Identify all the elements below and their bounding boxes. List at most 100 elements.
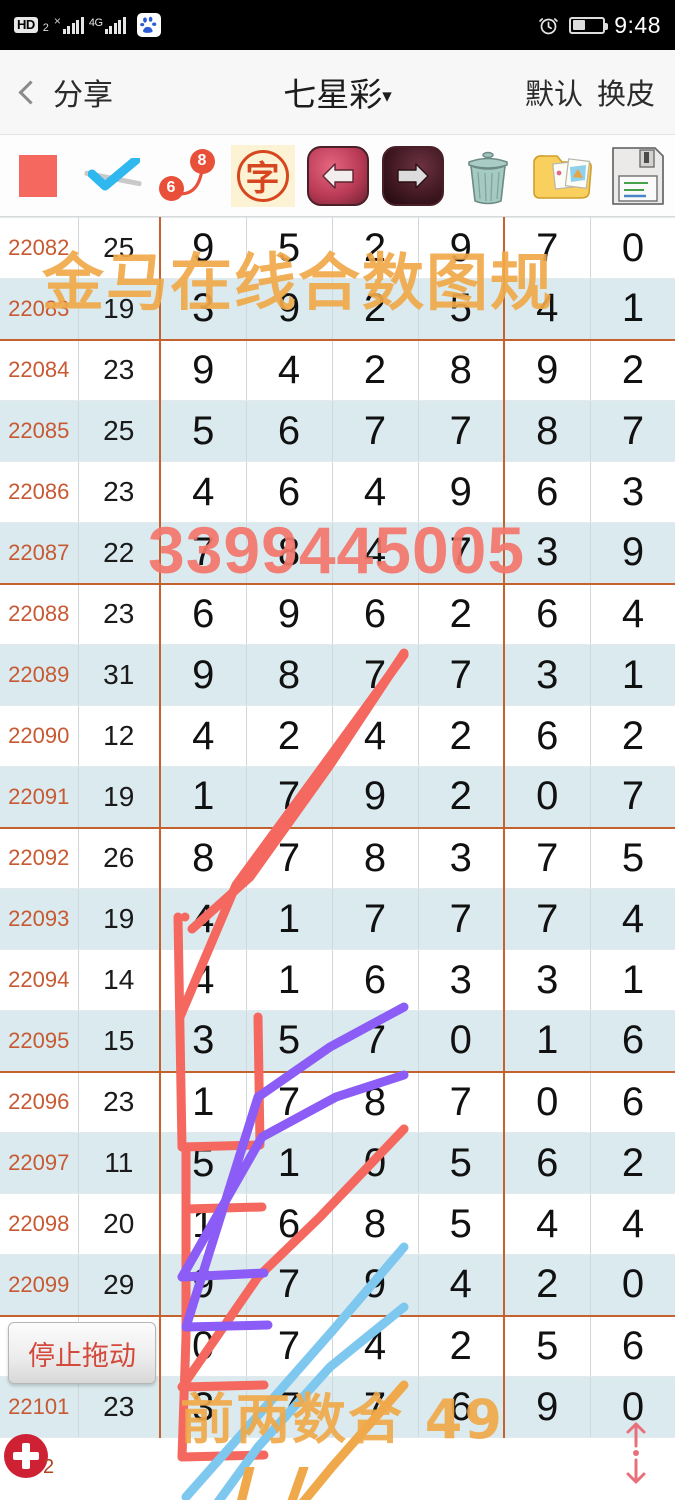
cell-digit[interactable]: 9: [590, 522, 675, 585]
table-row[interactable]: 22092268783754: [0, 827, 675, 889]
cell-digit[interactable]: 7: [503, 827, 591, 889]
cell-digit[interactable]: 7: [418, 888, 505, 950]
cell-digit[interactable]: 9: [160, 644, 247, 706]
connect-nodes-button[interactable]: 6 8: [150, 135, 225, 216]
cell-issue[interactable]: 22086: [0, 461, 79, 523]
table-row[interactable]: 22085255677870: [0, 400, 675, 462]
cell-digit[interactable]: 1: [246, 1132, 333, 1194]
cell-digit[interactable]: 6: [503, 583, 591, 645]
cell-sum[interactable]: 12: [78, 705, 161, 767]
table-row[interactable]: 22091191792079: [0, 766, 675, 829]
table-row[interactable]: 22090124242624: [0, 705, 675, 767]
cell-digit[interactable]: 7: [246, 1254, 333, 1317]
cell-sum[interactable]: 19: [78, 766, 161, 829]
cell-digit[interactable]: 3: [503, 644, 591, 706]
cell-digit[interactable]: 6: [246, 1193, 333, 1255]
default-button[interactable]: 默认: [525, 71, 583, 113]
cell-issue[interactable]: 22094: [0, 949, 79, 1011]
cell-digit[interactable]: 6: [332, 949, 419, 1011]
cell-digit[interactable]: 6: [160, 583, 247, 645]
cell-digit[interactable]: 3: [160, 278, 247, 341]
cell-digit[interactable]: 6: [503, 461, 591, 523]
cell-digit[interactable]: 4: [418, 1254, 505, 1317]
cell-digit[interactable]: 9: [160, 1254, 247, 1317]
cell-digit[interactable]: 8: [160, 827, 247, 889]
table-row[interactable]: 22093194177740: [0, 888, 675, 950]
cell-digit[interactable]: 4: [160, 461, 247, 523]
table-row[interactable]: 220893198773113: [0, 644, 675, 706]
cell-sum[interactable]: 23: [78, 1376, 161, 1438]
cell-sum[interactable]: 29: [78, 1254, 161, 1317]
cell-issue[interactable]: 22101: [0, 1376, 79, 1438]
checkmark-button[interactable]: [75, 135, 150, 216]
table-row[interactable]: 220831939254112: [0, 278, 675, 341]
cell-digit[interactable]: 6: [418, 1376, 505, 1438]
cell-issue[interactable]: 22088: [0, 583, 79, 645]
cell-sum[interactable]: 22: [78, 522, 161, 585]
cell-issue[interactable]: 22091: [0, 766, 79, 829]
cell-digit[interactable]: 6: [246, 461, 333, 523]
cell-digit[interactable]: 4: [332, 1315, 419, 1377]
cell-digit[interactable]: 2: [503, 1254, 591, 1317]
cell-digit[interactable]: 5: [418, 278, 505, 341]
cell-issue[interactable]: 22099: [0, 1254, 79, 1317]
cell-digit[interactable]: 9: [160, 339, 247, 401]
save-button[interactable]: [600, 135, 675, 216]
cell-sum[interactable]: 23: [78, 461, 161, 523]
table-row[interactable]: 22088236962646: [0, 583, 675, 645]
cell-issue[interactable]: 22084: [0, 339, 79, 401]
cell-sum[interactable]: 26: [78, 827, 161, 889]
cell-digit[interactable]: 5: [160, 1132, 247, 1194]
cell-digit[interactable]: 4: [332, 461, 419, 523]
table-row[interactable]: 22086234649632: [0, 461, 675, 523]
cell-digit[interactable]: 3: [160, 1010, 247, 1073]
cell-digit[interactable]: 2: [418, 583, 505, 645]
cell-digit[interactable]: 0: [590, 217, 675, 279]
cell-digit[interactable]: 4: [246, 339, 333, 401]
cell-issue[interactable]: 22083: [0, 278, 79, 341]
table-row[interactable]: 220962317870610: [0, 1071, 675, 1133]
cell-digit[interactable]: 0: [590, 1254, 675, 1317]
cell-digit[interactable]: 6: [246, 400, 333, 462]
cell-digit[interactable]: 2: [418, 705, 505, 767]
cell-digit[interactable]: 0: [332, 1132, 419, 1194]
cell-digit[interactable]: 7: [332, 400, 419, 462]
cell-digit[interactable]: 9: [246, 583, 333, 645]
table-row[interactable]: 220872278473913: [0, 522, 675, 585]
table-row[interactable]: 220982016854412: [0, 1193, 675, 1255]
cell-digit[interactable]: 7: [418, 522, 505, 585]
cell-digit[interactable]: 8: [418, 339, 505, 401]
cell-digit[interactable]: 0: [418, 1010, 505, 1073]
cell-digit[interactable]: 7: [332, 1376, 419, 1438]
table-row[interactable]: 22082259529708: [0, 217, 675, 279]
cell-digit[interactable]: 4: [590, 1193, 675, 1255]
cell-issue[interactable]: 22082: [0, 217, 79, 279]
cell-digit[interactable]: 1: [503, 1010, 591, 1073]
cell-issue[interactable]: 22098: [0, 1193, 79, 1255]
cell-digit[interactable]: 3: [590, 461, 675, 523]
add-button[interactable]: [4, 1434, 48, 1478]
cell-digit[interactable]: 9: [332, 1254, 419, 1317]
cell-digit[interactable]: 5: [418, 1132, 505, 1194]
cell-issue[interactable]: 22097: [0, 1132, 79, 1194]
cell-digit[interactable]: 7: [246, 766, 333, 829]
cell-digit[interactable]: 2: [418, 766, 505, 829]
cell-digit[interactable]: 7: [246, 827, 333, 889]
cell-digit[interactable]: 7: [590, 766, 675, 829]
cell-digit[interactable]: 8: [246, 522, 333, 585]
table-row[interactable]: 220971151056211: [0, 1132, 675, 1194]
cell-digit[interactable]: 4: [332, 705, 419, 767]
cell-sum[interactable]: 23: [78, 1071, 161, 1133]
cell-digit[interactable]: 1: [590, 949, 675, 1011]
cell-digit[interactable]: 2: [590, 1132, 675, 1194]
cell-digit[interactable]: 3: [160, 1376, 247, 1438]
cell-issue[interactable]: 22085: [0, 400, 79, 462]
cell-digit[interactable]: 6: [332, 583, 419, 645]
cell-digit[interactable]: 9: [418, 461, 505, 523]
cell-sum[interactable]: 14: [78, 949, 161, 1011]
cell-digit[interactable]: 9: [332, 766, 419, 829]
cell-digit[interactable]: 3: [503, 949, 591, 1011]
cell-digit[interactable]: 6: [503, 1132, 591, 1194]
cell-digit[interactable]: 5: [246, 217, 333, 279]
cell-digit[interactable]: 4: [160, 888, 247, 950]
